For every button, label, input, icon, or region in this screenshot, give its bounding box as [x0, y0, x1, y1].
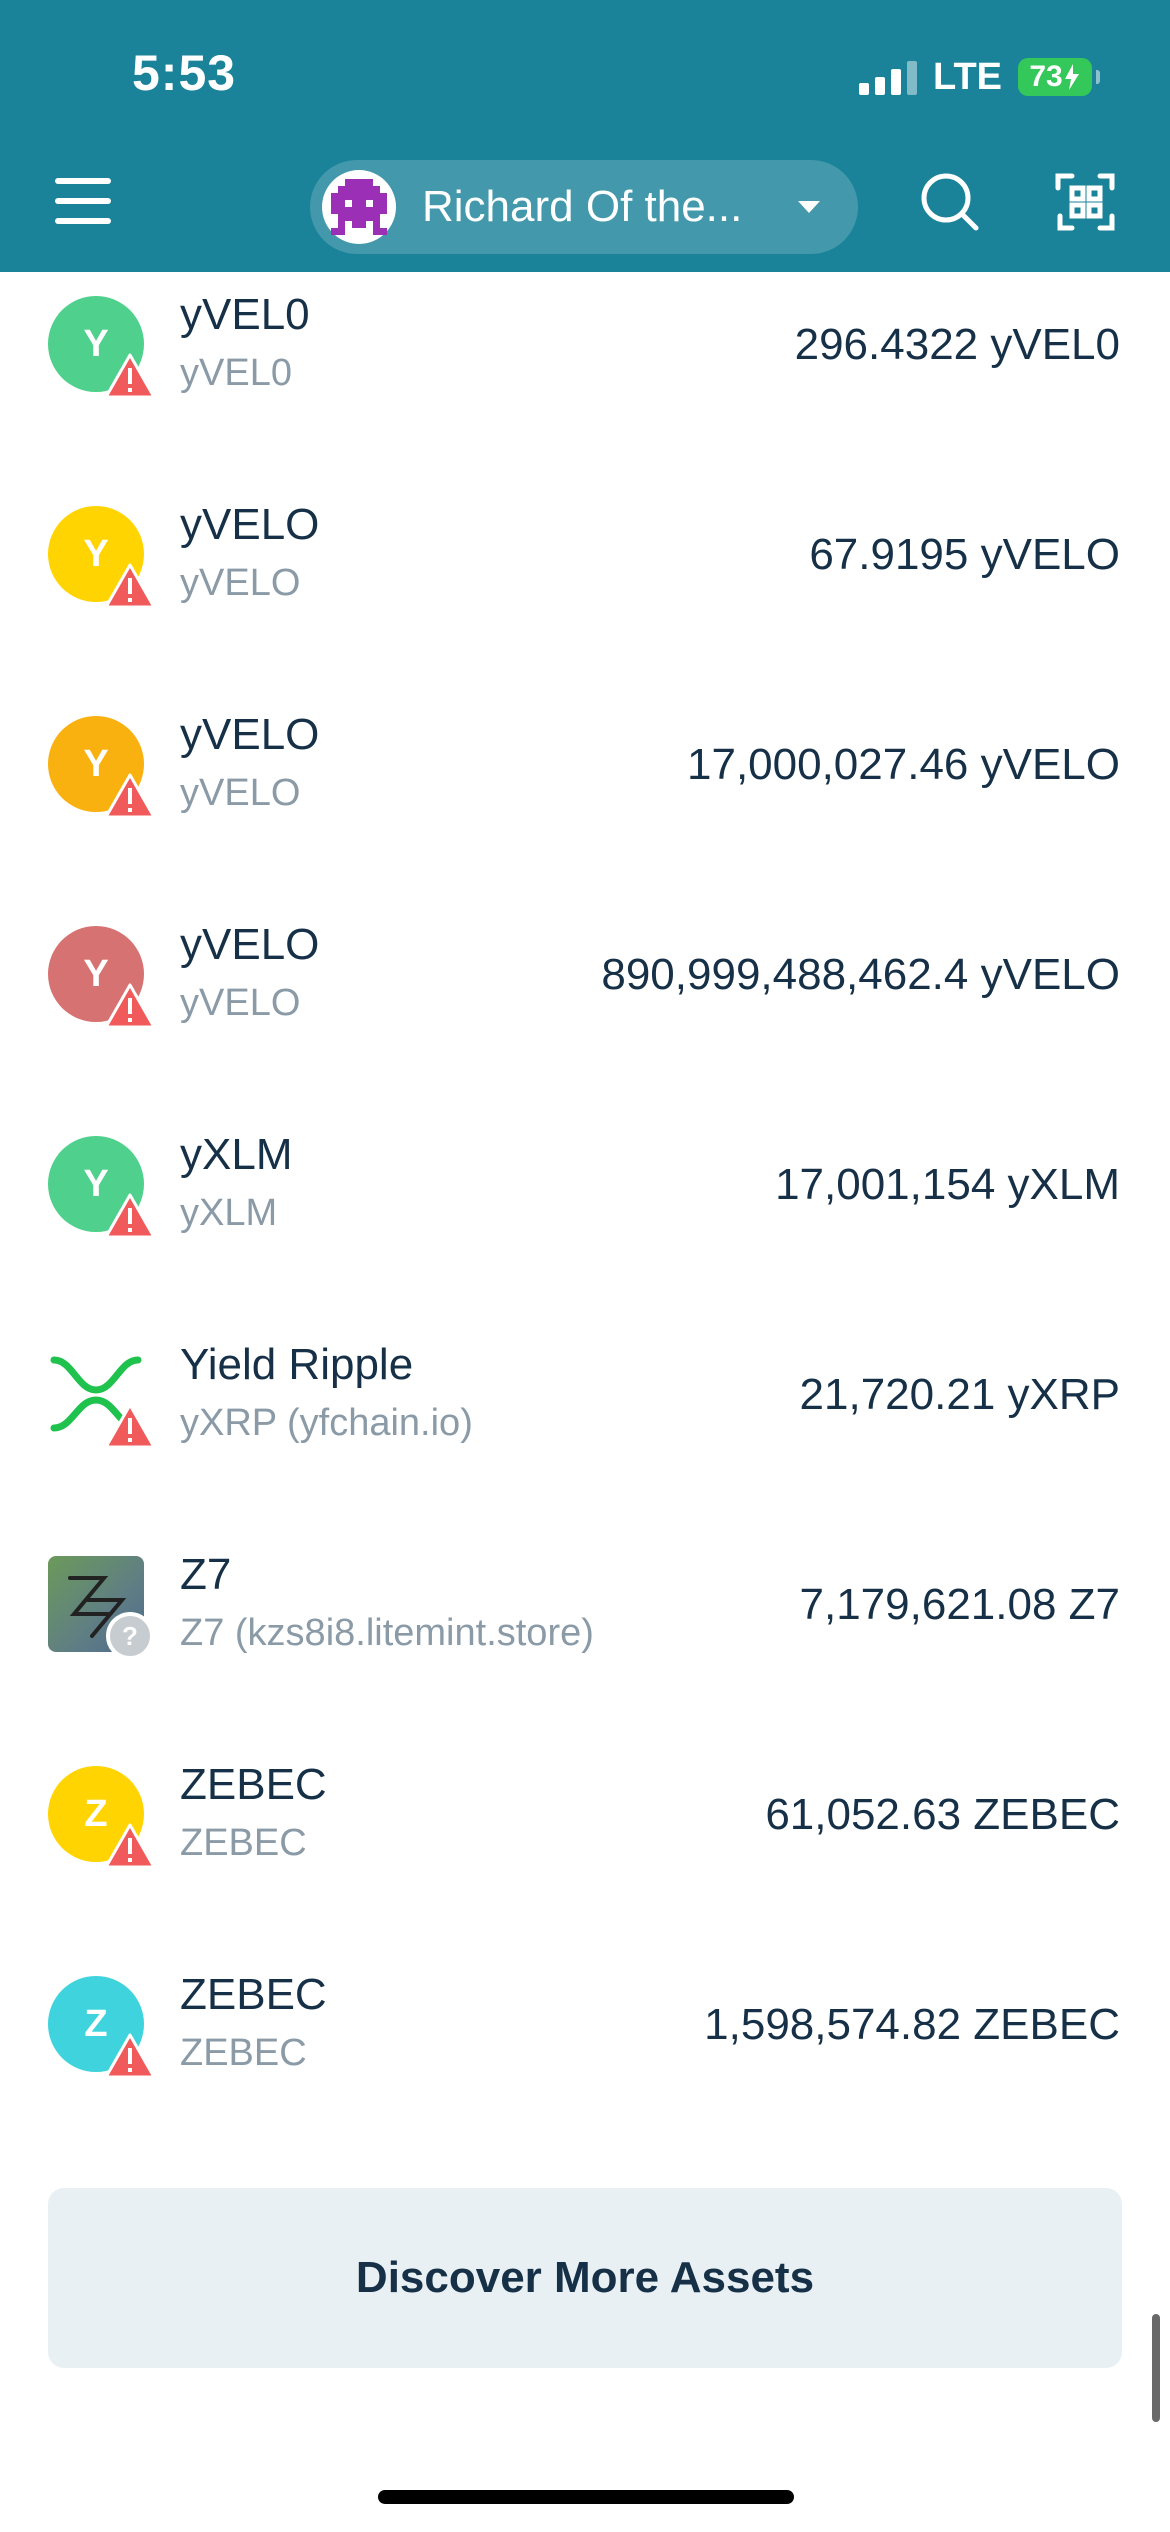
- status-indicators: LTE 73: [859, 55, 1100, 98]
- warning-icon: [104, 1823, 156, 1869]
- account-name: Richard Of the...: [422, 182, 743, 231]
- list-item[interactable]: Yield Ripple yXRP (yfchain.io) 21,720.21…: [0, 1340, 1170, 1556]
- asset-code: yXRP (yfchain.io): [180, 1402, 473, 1444]
- asset-code: yVEL0: [180, 352, 292, 394]
- asset-balance: 61,052.63 ZEBEC: [765, 1790, 1120, 1839]
- warning-icon: [104, 563, 156, 609]
- asset-name: ZEBEC: [180, 1970, 327, 2019]
- list-item[interactable]: Y yXLM yXLM 17,001,154 yXLM: [0, 1130, 1170, 1346]
- battery-icon: 73: [1018, 58, 1100, 96]
- asset-name: Z7: [180, 1550, 232, 1599]
- asset-balance: 67.9195 yVELO: [809, 530, 1120, 579]
- asset-code: yVELO: [180, 982, 301, 1024]
- qr-scan-icon[interactable]: [1054, 170, 1118, 239]
- network-type: LTE: [933, 55, 1002, 98]
- asset-balance: 890,999,488,462.4 yVELO: [601, 950, 1120, 999]
- asset-name: Yield Ripple: [180, 1340, 414, 1389]
- asset-name: yVELO: [180, 710, 320, 759]
- warning-icon: [104, 1403, 156, 1449]
- hamburger-menu-icon[interactable]: [55, 178, 111, 226]
- warning-icon: [104, 773, 156, 819]
- battery-level: 73: [1029, 60, 1063, 93]
- warning-icon: [104, 353, 156, 399]
- asset-balance: 7,179,621.08 Z7: [799, 1580, 1120, 1629]
- asset-balance: 296.4322 yVEL0: [794, 320, 1120, 369]
- list-item[interactable]: Y yVELO yVELO 67.9195 yVELO: [0, 500, 1170, 716]
- signal-strength-icon: [859, 59, 918, 95]
- list-item[interactable]: Y yVELO yVELO 890,999,488,462.4 yVELO: [0, 920, 1170, 1136]
- asset-code: Z7 (kzs8i8.litemint.store): [180, 1612, 594, 1654]
- scrollbar[interactable]: [1152, 2314, 1160, 2422]
- svg-text:?: ?: [122, 1621, 138, 1651]
- asset-name: yVELO: [180, 500, 320, 549]
- list-item[interactable]: Y yVEL0 yVEL0 296.4322 yVEL0: [0, 290, 1170, 506]
- asset-code: yVELO: [180, 772, 301, 814]
- warning-icon: [104, 983, 156, 1029]
- warning-icon: [104, 2033, 156, 2079]
- top-bar: 5:53 LTE 73 Richard Of the...: [0, 0, 1170, 272]
- asset-balance: 17,001,154 yXLM: [775, 1160, 1120, 1209]
- list-item[interactable]: ? Z7 Z7 (kzs8i8.litemint.store) 7,179,62…: [0, 1550, 1170, 1766]
- asset-code: yVELO: [180, 562, 301, 604]
- charging-bolt-icon: [1064, 64, 1079, 90]
- discover-more-assets-button[interactable]: Discover More Assets: [48, 2188, 1122, 2368]
- list-item[interactable]: Z ZEBEC ZEBEC 61,052.63 ZEBEC: [0, 1760, 1170, 1976]
- unknown-asset-icon: ?: [106, 1612, 154, 1660]
- chevron-down-icon: [798, 201, 820, 213]
- asset-name: yXLM: [180, 1130, 293, 1179]
- home-indicator[interactable]: [378, 2490, 794, 2504]
- asset-code: ZEBEC: [180, 1822, 307, 1864]
- asset-code: yXLM: [180, 1192, 278, 1234]
- warning-icon: [104, 1193, 156, 1239]
- list-item[interactable]: Y yVELO yVELO 17,000,027.46 yVELO: [0, 710, 1170, 926]
- search-icon[interactable]: [918, 170, 982, 239]
- asset-name: yVEL0: [180, 290, 310, 339]
- status-time: 5:53: [132, 45, 237, 101]
- asset-balance: 21,720.21 yXRP: [799, 1370, 1120, 1419]
- asset-balance: 17,000,027.46 yVELO: [687, 740, 1120, 789]
- asset-code: ZEBEC: [180, 2032, 307, 2074]
- pixel-avatar-icon: [322, 170, 396, 244]
- asset-balance: 1,598,574.82 ZEBEC: [704, 2000, 1120, 2049]
- asset-name: yVELO: [180, 920, 320, 969]
- asset-name: ZEBEC: [180, 1760, 327, 1809]
- list-item[interactable]: Z ZEBEC ZEBEC 1,598,574.82 ZEBEC: [0, 1970, 1170, 2186]
- account-selector[interactable]: Richard Of the...: [310, 160, 858, 254]
